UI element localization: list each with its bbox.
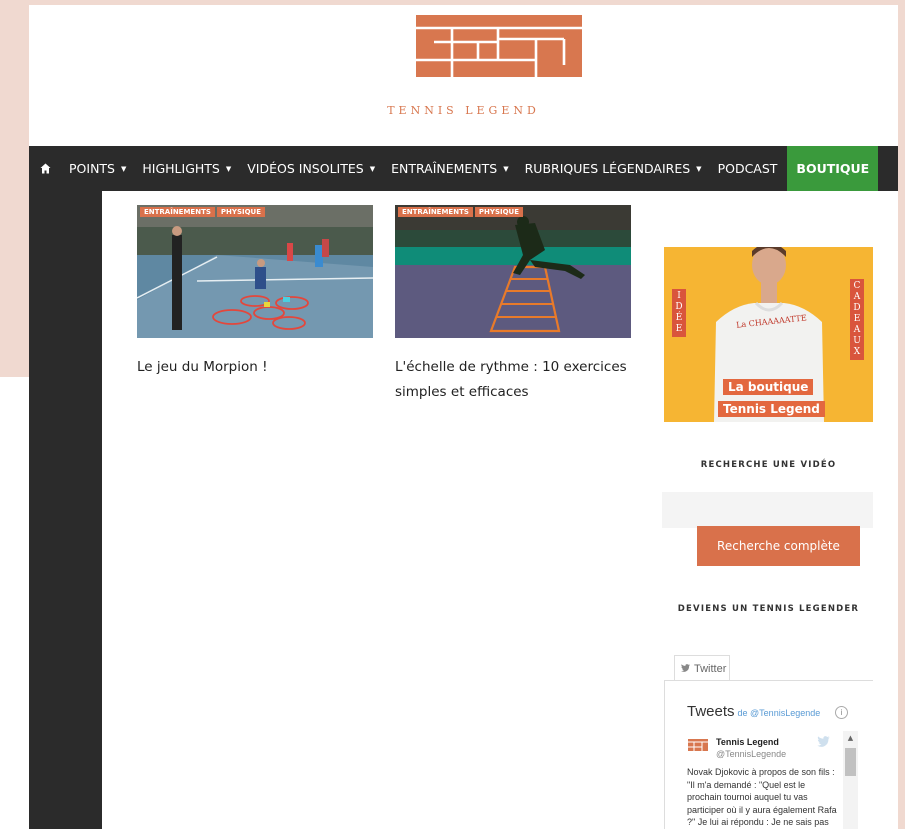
boutique-promo-banner[interactable]: I D É E C A D E A U X La CHAAAAATTE La b… <box>664 247 873 422</box>
info-icon[interactable]: i <box>835 706 848 719</box>
promo-letter: C <box>853 281 861 291</box>
twitter-tab[interactable]: Twitter <box>674 655 730 681</box>
nav-item-highlights[interactable]: HIGHLIGHTS ▼ <box>134 146 239 191</box>
promo-letter: E <box>853 314 861 324</box>
chevron-down-icon: ▼ <box>503 164 509 173</box>
article-title-line: simples et efficaces <box>395 384 529 400</box>
search-widget-title: RECHERCHE UNE VIDÉO <box>700 460 837 470</box>
promo-word-idee: I D É E <box>672 289 686 337</box>
tweet-author-handle[interactable]: @TennisLegende <box>716 749 786 759</box>
promo-letter: X <box>853 347 861 357</box>
nav-item-entrainements[interactable]: ENTRAÎNEMENTS ▼ <box>383 146 517 191</box>
chevron-down-icon: ▼ <box>696 164 702 173</box>
promo-letter: D <box>675 302 683 312</box>
promo-badge-line: Tennis Legend <box>718 401 825 417</box>
nav-item-rubriques-legendaires[interactable]: RUBRIQUES LÉGENDAIRES ▼ <box>517 146 710 191</box>
nav-item-label: PODCAST <box>717 161 778 176</box>
left-dark-sidebar <box>29 191 102 829</box>
nav-item-label: POINTS <box>69 161 115 176</box>
left-background-strip <box>0 377 29 829</box>
tag-entrainements[interactable]: ENTRAÎNEMENTS <box>140 207 215 217</box>
tennis-legender-title: DEVIENS UN TENNIS LEGENDER <box>677 604 860 614</box>
agility-ladder-image <box>395 205 631 338</box>
nav-item-boutique[interactable]: BOUTIQUE <box>787 146 879 191</box>
tweet-author-avatar[interactable] <box>688 739 708 751</box>
tweets-by-link[interactable]: de @TennisLegende <box>738 708 821 718</box>
promo-letter: U <box>853 336 861 346</box>
brand-wordmark[interactable]: TENNIS LEGEND <box>29 104 898 117</box>
twitter-bird-icon <box>681 663 690 675</box>
tshirt-model-image <box>714 247 824 422</box>
nav-item-videos-insolites[interactable]: VIDÉOS INSOLITES ▼ <box>239 146 383 191</box>
full-search-button[interactable]: Recherche complète <box>697 526 860 566</box>
nav-item-points[interactable]: POINTS ▼ <box>61 146 134 191</box>
twitter-bird-icon <box>817 736 830 750</box>
article-title-line: L'échelle de rythme : 10 exercices <box>395 359 627 375</box>
right-margin <box>873 191 898 829</box>
promo-letter: A <box>853 325 861 335</box>
tweet-text: Novak Djokovic à propos de son fils : "I… <box>687 767 837 827</box>
tennis-drill-image <box>137 205 373 338</box>
nav-item-label: RUBRIQUES LÉGENDAIRES <box>524 161 691 176</box>
promo-letter: A <box>853 292 861 302</box>
tweet-scrollbar[interactable]: ▲ <box>843 731 858 829</box>
article-tags: ENTRAÎNEMENTS PHYSIQUE <box>398 207 524 217</box>
nav-item-label: HIGHLIGHTS <box>142 161 220 176</box>
promo-word-cadeaux: C A D E A U X <box>850 279 864 360</box>
promo-letter: É <box>675 313 683 323</box>
tag-entrainements[interactable]: ENTRAÎNEMENTS <box>398 207 473 217</box>
twitter-tab-label: Twitter <box>694 662 727 675</box>
search-input[interactable] <box>662 492 877 528</box>
tag-physique[interactable]: PHYSIQUE <box>474 207 524 217</box>
promo-letter: E <box>675 324 683 334</box>
promo-letter: I <box>677 291 681 301</box>
nav-home[interactable] <box>29 146 61 191</box>
scrollbar-thumb[interactable] <box>845 748 856 776</box>
article-thumbnail[interactable]: ENTRAÎNEMENTS PHYSIQUE <box>395 205 631 338</box>
promo-badge-line: La boutique <box>723 379 814 395</box>
nav-item-label: VIDÉOS INSOLITES <box>247 161 364 176</box>
article-tags: ENTRAÎNEMENTS PHYSIQUE <box>140 207 266 217</box>
tag-physique[interactable]: PHYSIQUE <box>216 207 266 217</box>
chevron-down-icon: ▼ <box>369 164 376 173</box>
chevron-down-icon: ▼ <box>120 164 127 173</box>
nav-item-podcast[interactable]: PODCAST <box>710 146 786 191</box>
nav-item-label: ENTRAÎNEMENTS <box>391 161 498 176</box>
tweets-heading-text: Tweets <box>687 703 735 720</box>
site-header: TENNIS LEGEND <box>29 5 898 146</box>
tweet-author-name[interactable]: Tennis Legend <box>716 737 779 747</box>
promo-letter: D <box>853 303 861 313</box>
page-container: TENNIS LEGEND POINTS ▼ HIGHLIGHTS ▼ VIDÉOS… <box>29 5 898 829</box>
tennis-legend-logo[interactable] <box>416 15 582 77</box>
main-navigation: POINTS ▼ HIGHLIGHTS ▼ VIDÉOS INSOLITES ▼ EN… <box>29 146 898 191</box>
chevron-down-icon: ▼ <box>225 164 232 173</box>
twitter-timeline: Tweets de @TennisLegende i Tennis Legend … <box>664 680 875 829</box>
article-title[interactable]: Le jeu du Morpion ! <box>137 355 377 380</box>
tweets-heading: Tweets de @TennisLegende <box>687 703 820 720</box>
scroll-up-icon[interactable]: ▲ <box>843 731 858 746</box>
article-thumbnail[interactable]: ENTRAÎNEMENTS PHYSIQUE <box>137 205 373 338</box>
article-title[interactable]: L'échelle de rythme : 10 exercices simpl… <box>395 355 645 405</box>
home-icon <box>40 163 50 174</box>
